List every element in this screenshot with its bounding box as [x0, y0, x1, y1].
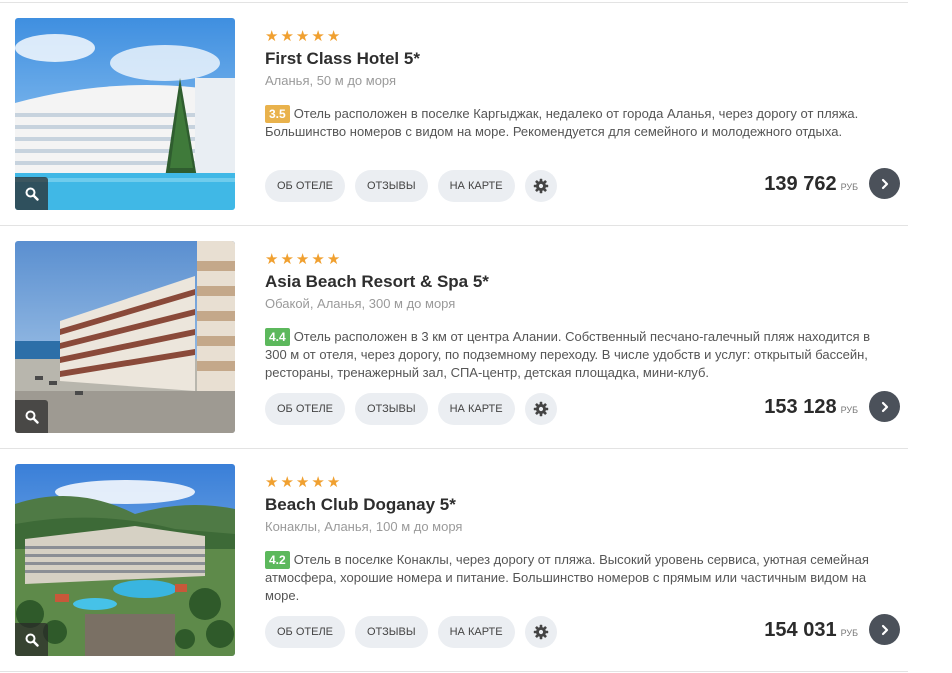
- hotel-stars: ★ ★ ★ ★ ★: [265, 475, 340, 490]
- hotel-card: ★ ★ ★ ★ ★ Beach Club Doganay 5* Конаклы, Ала…: [0, 449, 908, 671]
- star-icon: ★: [280, 251, 294, 268]
- hotel-price: 154 031 РУБ: [764, 619, 858, 642]
- search-icon: [25, 187, 39, 201]
- star-icon: ★: [295, 474, 310, 491]
- hotel-photo[interactable]: [15, 18, 235, 210]
- photo-zoom-button[interactable]: [15, 623, 48, 656]
- map-button[interactable]: НА КАРТЕ: [437, 393, 515, 425]
- hotel-photo-image: [15, 18, 235, 210]
- hotel-name[interactable]: First Class Hotel 5*: [265, 49, 420, 69]
- star-icon: ★: [311, 474, 325, 491]
- hotel-actions: ОБ ОТЕЛЕ ОТЗЫВЫ НА КАРТЕ: [265, 616, 557, 648]
- hotel-price: 139 762 РУБ: [764, 173, 858, 196]
- star-icon: ★: [265, 474, 279, 491]
- photo-zoom-button[interactable]: [15, 400, 48, 433]
- star-icon: ★: [295, 28, 310, 45]
- hotel-name[interactable]: Asia Beach Resort & Spa 5*: [265, 272, 489, 292]
- hotel-photo[interactable]: [15, 241, 235, 433]
- description-text: Отель расположен в поселке Каргыджак, не…: [265, 106, 859, 139]
- hotel-photo[interactable]: [15, 464, 235, 656]
- hotel-card: ★ ★ ★ ★ ★ Asia Beach Resort & Spa 5* Обакой,…: [0, 226, 908, 448]
- hotel-actions: ОБ ОТЕЛЕ ОТЗЫВЫ НА КАРТЕ: [265, 170, 557, 202]
- hotel-photo-image: [15, 464, 235, 656]
- photo-zoom-button[interactable]: [15, 177, 48, 210]
- search-icon: [25, 410, 39, 424]
- hotel-location: Аланья, 50 м до моря: [265, 73, 397, 88]
- star-icon: ★: [326, 28, 341, 45]
- chevron-right-icon: [881, 178, 888, 189]
- star-icon: ★: [280, 28, 294, 45]
- open-hotel-button[interactable]: [869, 391, 900, 422]
- star-icon: ★: [265, 251, 279, 268]
- hotel-stars: ★ ★ ★ ★ ★: [265, 29, 340, 44]
- price-currency: РУБ: [840, 182, 858, 192]
- map-button[interactable]: НА КАРТЕ: [437, 616, 515, 648]
- about-hotel-button[interactable]: ОБ ОТЕЛЕ: [265, 616, 345, 648]
- description-text: Отель в поселке Конаклы, через дорогу от…: [265, 552, 869, 603]
- divider: [0, 671, 908, 672]
- gear-icon: [533, 178, 548, 194]
- map-button[interactable]: НА КАРТЕ: [437, 170, 515, 202]
- price-value: 139 762: [764, 173, 837, 195]
- rating-badge: 3.5: [265, 105, 290, 123]
- price-currency: РУБ: [840, 405, 858, 415]
- gear-icon: [533, 624, 548, 640]
- hotel-stars: ★ ★ ★ ★ ★: [265, 252, 340, 267]
- hotel-name[interactable]: Beach Club Doganay 5*: [265, 495, 456, 515]
- price-value: 154 031: [764, 619, 837, 641]
- search-icon: [25, 633, 39, 647]
- star-icon: ★: [265, 28, 279, 45]
- settings-button[interactable]: [524, 616, 557, 648]
- gear-icon: [533, 401, 548, 417]
- star-icon: ★: [311, 251, 325, 268]
- settings-button[interactable]: [524, 170, 557, 202]
- hotel-location: Конаклы, Аланья, 100 м до моря: [265, 519, 463, 534]
- hotel-photo-image: [15, 241, 235, 433]
- hotel-actions: ОБ ОТЕЛЕ ОТЗЫВЫ НА КАРТЕ: [265, 393, 557, 425]
- star-icon: ★: [280, 474, 294, 491]
- price-value: 153 128: [764, 396, 837, 418]
- hotel-price: 153 128 РУБ: [764, 396, 858, 419]
- reviews-button[interactable]: ОТЗЫВЫ: [355, 393, 428, 425]
- reviews-button[interactable]: ОТЗЫВЫ: [355, 170, 428, 202]
- star-icon: ★: [326, 251, 341, 268]
- hotel-description: 4.4 Отель расположен в 3 км от центра Ала…: [265, 328, 895, 382]
- chevron-right-icon: [881, 401, 888, 412]
- description-text: Отель расположен в 3 км от центра Алании…: [265, 329, 871, 380]
- settings-button[interactable]: [524, 393, 557, 425]
- reviews-button[interactable]: ОТЗЫВЫ: [355, 616, 428, 648]
- chevron-right-icon: [881, 624, 888, 635]
- about-hotel-button[interactable]: ОБ ОТЕЛЕ: [265, 170, 345, 202]
- open-hotel-button[interactable]: [869, 168, 900, 199]
- about-hotel-button[interactable]: ОБ ОТЕЛЕ: [265, 393, 345, 425]
- hotel-card: ★ ★ ★ ★ ★ First Class Hotel 5* Аланья, 50 м …: [0, 3, 908, 225]
- hotel-location: Обакой, Аланья, 300 м до моря: [265, 296, 456, 311]
- rating-badge: 4.2: [265, 551, 290, 569]
- hotel-description: 3.5 Отель расположен в поселке Каргыджак,…: [265, 105, 895, 141]
- star-icon: ★: [311, 28, 325, 45]
- hotel-description: 4.2 Отель в поселке Конаклы, через дорогу…: [265, 551, 895, 605]
- star-icon: ★: [295, 251, 310, 268]
- star-icon: ★: [326, 474, 341, 491]
- open-hotel-button[interactable]: [869, 614, 900, 645]
- rating-badge: 4.4: [265, 328, 290, 346]
- hotel-list: ★ ★ ★ ★ ★ First Class Hotel 5* Аланья, 50 м …: [0, 0, 952, 673]
- price-currency: РУБ: [840, 628, 858, 638]
